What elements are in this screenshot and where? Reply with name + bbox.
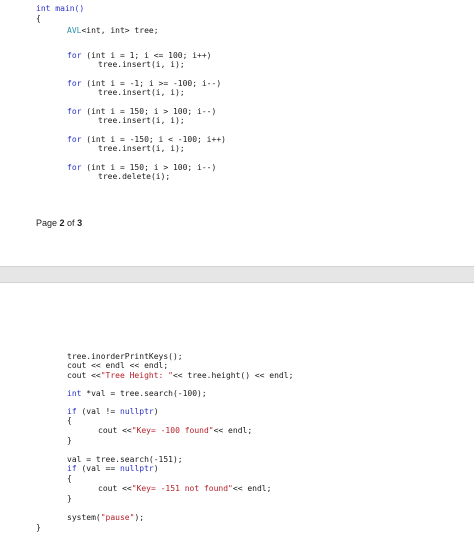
code-line: tree.inorderPrintKeys(); (67, 352, 183, 361)
code-line: tree.insert(i, i); (98, 116, 185, 125)
code-line: cout << endl << endl; (67, 361, 169, 370)
code-line: int *val = tree.search(-100); (67, 389, 207, 398)
code-line: cout <<"Tree Height: "<< tree.height() <… (67, 371, 294, 380)
code-line: } (36, 523, 41, 532)
code-line: cout <<"Key= -151 not found"<< endl; (98, 484, 272, 493)
code-line: tree.insert(i, i); (98, 88, 185, 97)
code-line: { (67, 474, 72, 483)
code-line: tree.delete(i); (98, 172, 171, 181)
code-line: AVL<int, int> tree; (67, 26, 159, 35)
code-line: val = tree.search(-151); (67, 455, 183, 464)
code-line: for (int i = -150; i < -100; i++) (67, 135, 226, 144)
code-line: cout <<"Key= -100 found"<< endl; (98, 426, 253, 435)
page-number-label: Page 2 of 3 (36, 218, 83, 228)
keyword: int main() (36, 4, 85, 13)
document-page-3: tree.inorderPrintKeys(); cout << endl <<… (0, 283, 474, 536)
code-line: system("pause"); (67, 513, 145, 522)
code-line: for (int i = 1; i <= 100; i++) (67, 51, 212, 60)
code-line: { (36, 14, 41, 23)
code-line: { (67, 416, 72, 425)
code-line: for (int i = 150; i > 100; i--) (67, 107, 217, 116)
page-separator (0, 266, 474, 283)
code-line: if (val == nullptr) (67, 464, 159, 473)
code-line: for (int i = -1; i >= -100; i--) (67, 79, 222, 88)
code-line: tree.insert(i, i); (98, 144, 185, 153)
code-line: if (val != nullptr) (67, 407, 159, 416)
code-line: } (67, 436, 72, 445)
code-line: } (67, 494, 72, 503)
code-line: for (int i = 150; i > 100; i--) (67, 163, 217, 172)
code-line: int main() (36, 4, 84, 13)
type-name: AVL (67, 26, 82, 35)
document-page-2: int main() { AVL<int, int> tree; for (in… (0, 0, 474, 266)
code-line: tree.insert(i, i); (98, 60, 185, 69)
